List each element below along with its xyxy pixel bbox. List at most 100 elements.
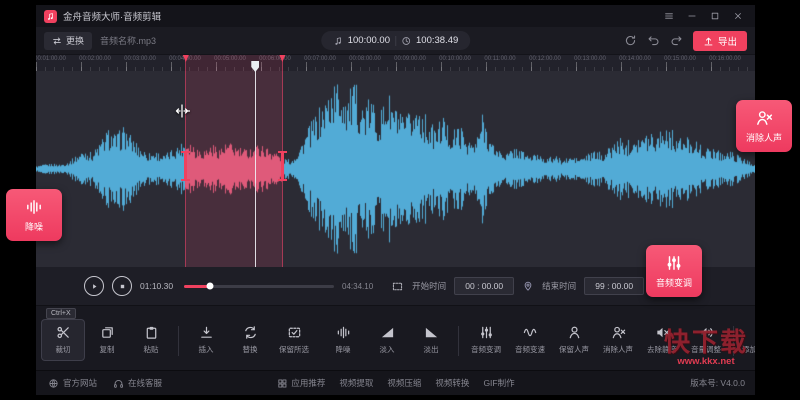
minimize-button[interactable] [683,8,701,24]
ruler-label: 00:02:00.00 [79,56,111,62]
status-app-link[interactable]: GIF制作 [483,377,514,389]
status-label: 视频提取 [339,377,373,389]
status-bar: 官方网站在线客服 应用推荐视频提取视频压缩视频转换GIF制作 版本号: V4.0… [36,370,755,395]
tool-label: 淡出 [424,344,439,355]
waveform-area[interactable] [36,71,755,267]
menu-button[interactable] [660,8,678,24]
keep-selection-icon [287,325,302,340]
replace-file-button[interactable]: 更换 [44,32,92,50]
export-button[interactable]: 导出 [693,31,747,51]
keep-vocal-icon [567,325,582,340]
tool-fade-in[interactable]: 淡入 [366,320,408,360]
tool-pitch[interactable]: 音频变调 [465,320,507,360]
maximize-button[interactable] [706,8,724,24]
close-button[interactable] [729,8,747,24]
playhead[interactable] [255,61,256,267]
status-label: 官方网站 [63,377,97,389]
status-label: GIF制作 [483,377,514,389]
tool-replace[interactable]: 替换 [229,320,271,360]
callout-remove-vocal-button[interactable]: 消除人声 [736,100,792,152]
divider [733,326,734,356]
total-time: 04:34.10 [342,282,373,291]
denoise-icon [336,325,351,340]
remove-silence-icon [655,325,670,340]
callout-denoise-button[interactable]: 降噪 [6,189,62,241]
tool-remove-vocal[interactable]: 消除人声 [597,320,639,360]
volume-icon [699,325,714,340]
status-link[interactable]: 官方网站 [48,377,97,389]
tool-insert[interactable]: 插入 [185,320,227,360]
ruler-label: 00:15:00.00 [664,56,696,62]
undo-icon [647,34,660,47]
swap-icon [52,36,62,46]
fade-out-icon [424,325,439,340]
tool-keep-selection[interactable]: 保留所选 [273,320,315,360]
tool-label: 降噪 [336,344,351,355]
undo-button[interactable] [647,34,660,52]
status-app-link[interactable]: 视频提取 [339,377,373,389]
tool-keep-vocal[interactable]: 保留人声 [553,320,595,360]
remove-vocal-icon [755,109,773,127]
tool-label: 音量调整 [691,344,721,355]
tool-speed[interactable]: 音频变速 [509,320,551,360]
status-link[interactable]: 在线客服 [113,377,162,389]
ruler-label: 00:13:00.00 [574,56,606,62]
tool-label: 粘贴 [144,344,159,355]
tool-label: 去除静音 [647,344,677,355]
status-label: 应用推荐 [291,377,325,389]
duration-icon [333,36,343,46]
tool-remove-silence[interactable]: 去除静音 [641,320,683,360]
grid-icon [276,378,287,389]
selection-right-handle[interactable] [281,153,284,179]
divider [458,326,459,356]
status-app-link[interactable]: 应用推荐 [276,377,325,389]
progress-slider[interactable] [184,285,334,288]
selection-left-handle[interactable] [184,153,187,179]
waveform-canvas[interactable] [36,71,755,267]
insert-icon [199,325,214,340]
status-app-link[interactable]: 视频压缩 [387,377,421,389]
shortcut-tooltip: Ctrl+X [46,308,76,319]
copy-icon [100,325,115,340]
ruler-label: 00:03:00.00 [124,56,156,62]
duration-value: 100:00.00 [348,35,390,46]
denoise-icon [25,198,43,216]
tool-label: 替换 [243,344,258,355]
play-button[interactable] [84,276,104,296]
speed-icon [523,325,538,340]
stop-button[interactable] [112,276,132,296]
minimize-icon [687,11,697,21]
ruler-label: 00:07:00.00 [304,56,336,62]
remove-vocal-icon [611,325,626,340]
timeline-ruler[interactable]: 00:01:00.0000:02:00.0000:03:00.0000:04:0… [36,55,755,72]
time-display: 100:00.00 100:38.49 [321,31,471,50]
start-pin-icon[interactable] [522,280,534,292]
ruler-label: 00:10:00.00 [439,56,471,62]
start-time-input[interactable]: 00 : 00.00 [454,277,514,295]
tool-fade-out[interactable]: 淡出 [410,320,452,360]
status-label: 视频压缩 [387,377,421,389]
total-duration-value: 100:38.49 [416,35,458,46]
ruler-label: 00:11:00.00 [484,56,515,62]
tool-copy[interactable]: 复制 [86,320,128,360]
tool-bgm[interactable]: 添加背景音乐 [740,320,755,360]
tool-scissors[interactable]: 裁切 [42,320,84,360]
redo-button[interactable] [670,34,683,52]
title-bar: 金舟音频大师·音频剪辑 [36,5,755,27]
selection-region[interactable] [185,55,284,267]
status-app-link[interactable]: 视频转换 [435,377,469,389]
tool-denoise[interactable]: 降噪 [322,320,364,360]
end-time-input[interactable]: 99 : 00.00 [584,277,644,295]
ruler-label: 00:08:00.00 [349,56,381,62]
tool-label: 音频变速 [515,344,545,355]
replace-icon [243,325,258,340]
tool-volume[interactable]: 音量调整 [685,320,727,360]
callout-label: 降噪 [25,220,43,233]
progress-handle[interactable] [206,283,213,290]
status-label: 视频转换 [435,377,469,389]
callout-pitch-button[interactable]: 音频变调 [646,245,702,297]
redo-icon [670,34,683,47]
app-window: 金舟音频大师·音频剪辑 更换 音频名称.mp3 100:00.00 100:38… [36,5,755,395]
refresh-button[interactable] [624,34,637,52]
tool-paste[interactable]: 粘贴 [130,320,172,360]
